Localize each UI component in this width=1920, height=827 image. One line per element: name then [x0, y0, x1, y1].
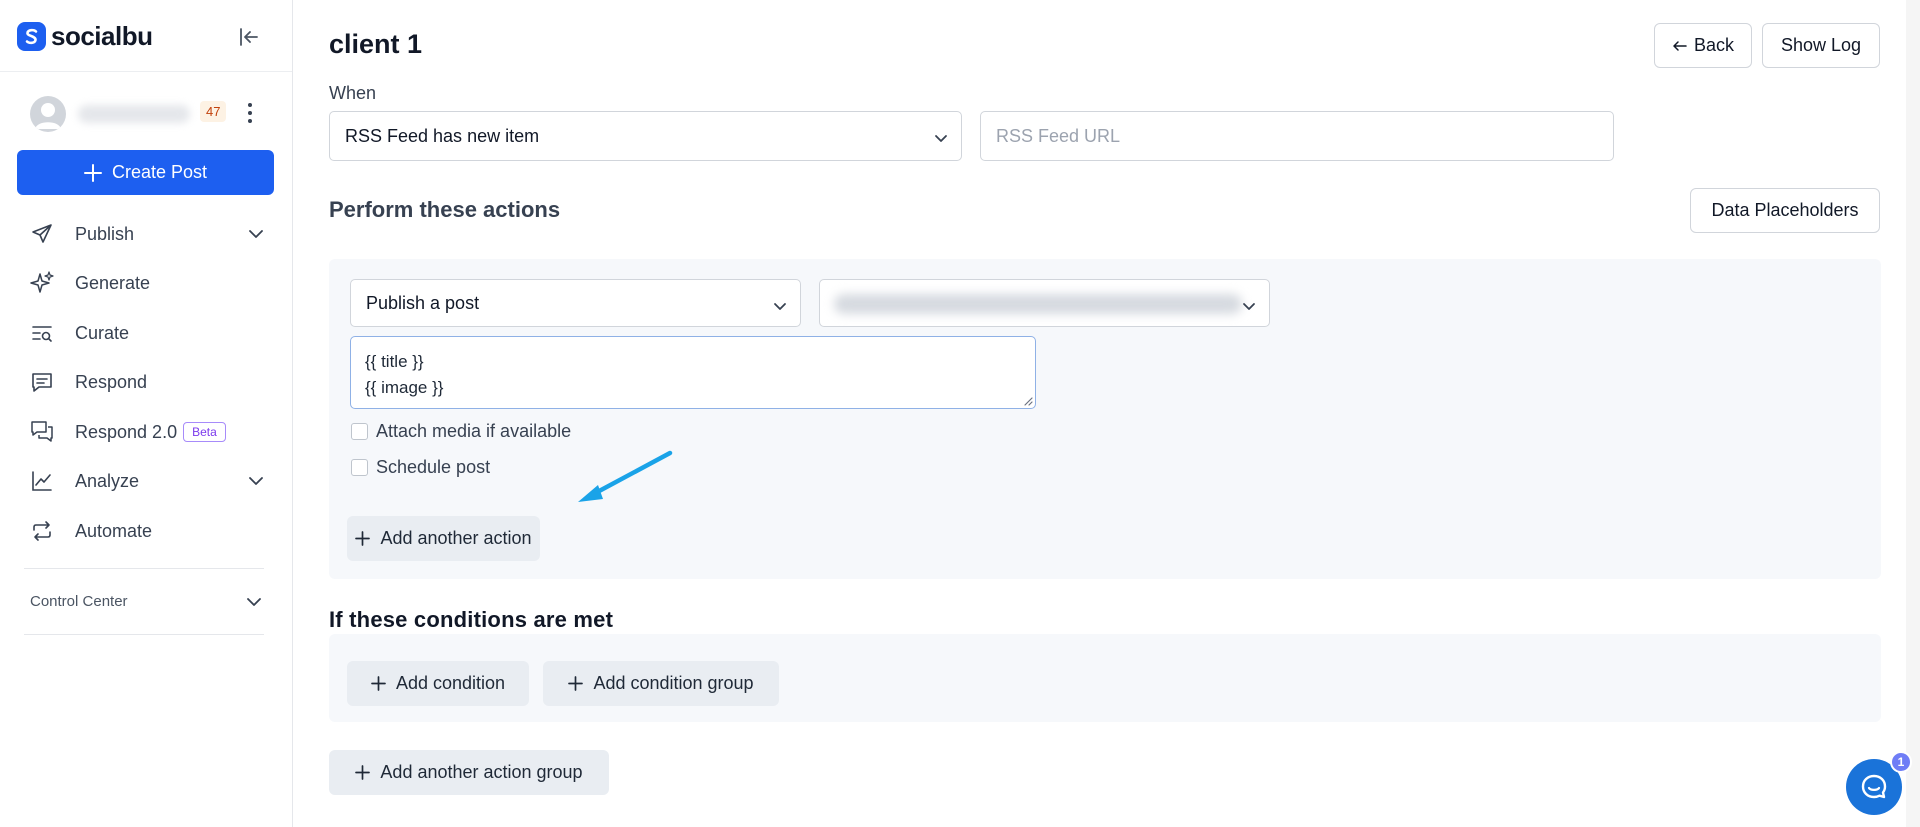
- sidebar-item-label: Respond 2.0: [75, 421, 178, 442]
- when-label: When: [329, 83, 377, 103]
- sidebar-item-label: Analyze: [75, 470, 140, 491]
- schedule-post-option[interactable]: Schedule post: [351, 457, 490, 478]
- create-post-label: Create Post: [111, 162, 208, 182]
- actions-heading: Perform these actions: [329, 197, 561, 222]
- account-select-value-blurred: [834, 294, 1242, 314]
- action-type-value: Publish a post: [366, 292, 480, 313]
- add-condition-button[interactable]: Add condition: [347, 661, 529, 706]
- attach-media-label: Attach media if available: [376, 421, 572, 441]
- chevron-down-icon: [1241, 298, 1257, 319]
- attach-media-checkbox[interactable]: [351, 423, 368, 440]
- chevron-down-icon: [772, 298, 788, 319]
- add-another-action-button[interactable]: Add another action: [347, 516, 540, 561]
- chart-icon: [28, 467, 56, 495]
- rss-feed-url-input[interactable]: [980, 111, 1614, 161]
- brand-logo[interactable]: socialbu: [17, 21, 153, 52]
- plus-icon: [355, 765, 371, 780]
- user-profile[interactable]: 47: [30, 96, 270, 132]
- user-name-blurred: [78, 105, 190, 123]
- page-scrollbar[interactable]: [1906, 0, 1920, 827]
- add-condition-group-button[interactable]: Add condition group: [543, 661, 779, 706]
- sparkle-icon: [28, 269, 56, 297]
- show-log-label: Show Log: [1780, 35, 1862, 55]
- back-label: Back: [1693, 35, 1735, 55]
- data-placeholders-button[interactable]: Data Placeholders: [1690, 188, 1880, 233]
- sidebar-item-respond-2[interactable]: Respond 2.0 Beta: [28, 412, 268, 452]
- content-line: {{ image }}: [365, 378, 444, 397]
- curate-icon: [28, 319, 56, 347]
- schedule-post-label: Schedule post: [376, 457, 491, 477]
- send-icon: [28, 220, 56, 248]
- sidebar-item-label: Curate: [75, 322, 130, 343]
- control-center-toggle[interactable]: Control Center: [30, 584, 264, 618]
- plus-icon: [568, 676, 584, 691]
- plus-icon: [83, 163, 102, 182]
- account-select[interactable]: [819, 279, 1270, 327]
- beta-badge: Beta: [183, 422, 226, 442]
- sidebar-item-label: Automate: [75, 520, 153, 541]
- trigger-select-value: RSS Feed has new item: [345, 125, 540, 146]
- arrow-left-icon: [1673, 40, 1687, 51]
- plus-icon: [355, 531, 371, 546]
- message-icon: [28, 368, 56, 396]
- annotation-arrow-icon: [578, 450, 673, 502]
- main-content: client 1 Back Show Log When RSS Feed has…: [294, 0, 1920, 827]
- sidebar: socialbu 47 Create Post Publish Generate: [0, 0, 293, 827]
- sidebar-item-generate[interactable]: Generate: [28, 263, 268, 303]
- add-another-action-group-button[interactable]: Add another action group: [329, 750, 609, 795]
- plus-icon: [371, 676, 386, 691]
- sidebar-divider: [24, 634, 264, 635]
- collapse-sidebar-icon[interactable]: [236, 24, 262, 50]
- post-content-textarea[interactable]: {{ title }} {{ image }}: [350, 336, 1036, 409]
- chevron-down-icon: [246, 224, 266, 249]
- sidebar-item-analyze[interactable]: Analyze: [28, 461, 268, 501]
- chat-icon: [28, 418, 56, 446]
- sidebar-item-publish[interactable]: Publish: [28, 214, 268, 254]
- sidebar-item-automate[interactable]: Automate: [28, 511, 268, 551]
- repeat-icon: [28, 517, 56, 545]
- control-center-label: Control Center: [30, 592, 128, 610]
- schedule-post-checkbox[interactable]: [351, 459, 368, 476]
- notification-count-badge[interactable]: 47: [200, 101, 227, 122]
- resize-handle-icon[interactable]: [1023, 396, 1033, 406]
- conditions-heading: If these conditions are met: [329, 607, 614, 632]
- chevron-down-icon: [246, 471, 266, 496]
- add-another-action-group-label: Add another action group: [380, 762, 583, 782]
- sidebar-item-respond[interactable]: Respond: [28, 362, 268, 402]
- add-another-action-label: Add another action: [380, 528, 532, 548]
- chat-bubble-icon: [1861, 774, 1887, 799]
- trigger-select[interactable]: RSS Feed has new item: [329, 111, 962, 161]
- chevron-down-icon: [244, 592, 264, 616]
- content-line: {{ title }}: [365, 352, 424, 371]
- sidebar-item-label: Respond: [75, 371, 148, 392]
- create-post-button[interactable]: Create Post: [17, 150, 274, 195]
- back-button[interactable]: Back: [1654, 23, 1752, 68]
- action-type-select[interactable]: Publish a post: [350, 279, 801, 327]
- attach-media-option[interactable]: Attach media if available: [351, 421, 571, 442]
- logo-row: socialbu: [0, 0, 292, 72]
- add-condition-label: Add condition: [395, 673, 506, 693]
- kebab-menu-icon[interactable]: [238, 98, 262, 128]
- brand-name: socialbu: [51, 21, 153, 51]
- page-title: client 1: [329, 29, 423, 59]
- chevron-down-icon: [933, 130, 949, 151]
- sidebar-item-curate[interactable]: Curate: [28, 313, 268, 353]
- sidebar-item-label: Publish: [75, 223, 135, 244]
- brand-logo-icon: [17, 22, 46, 51]
- chat-unread-badge: 1: [1890, 751, 1912, 773]
- data-placeholders-label: Data Placeholders: [1711, 200, 1859, 220]
- sidebar-item-label: Generate: [75, 272, 151, 293]
- add-condition-group-label: Add condition group: [593, 673, 754, 693]
- sidebar-divider: [24, 568, 264, 569]
- show-log-button[interactable]: Show Log: [1762, 23, 1880, 68]
- avatar[interactable]: [30, 96, 66, 132]
